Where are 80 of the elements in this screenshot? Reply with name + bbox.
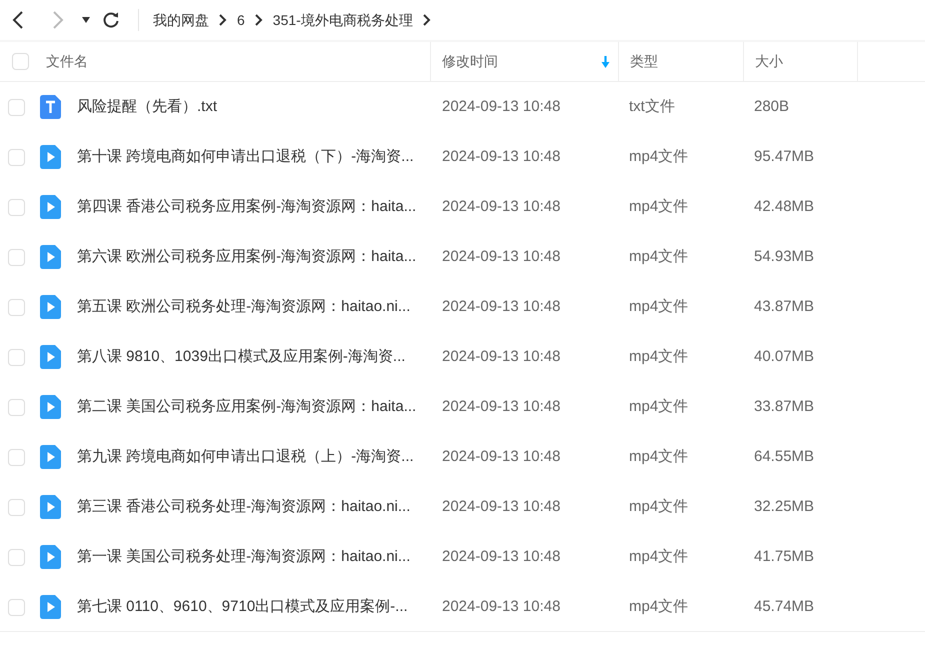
file-type: mp4文件 [629, 548, 688, 565]
chevron-icon [219, 14, 227, 26]
checkbox[interactable] [8, 548, 25, 566]
checkbox[interactable] [8, 448, 25, 466]
file-name[interactable]: 第八课 9810、1039出口模式及应用案例-海淘资... [77, 348, 406, 365]
column-header[interactable]: 大小 [755, 51, 783, 72]
checkbox[interactable] [12, 53, 29, 70]
file-type: mp4文件 [629, 598, 688, 615]
chevron-icon [254, 14, 263, 26]
file-type: mp4文件 [629, 448, 688, 465]
file-size: 95.47MB [754, 148, 814, 165]
file-type: mp4文件 [629, 398, 688, 415]
video-file-icon [40, 245, 61, 269]
modified-time: 2024-09-13 10:48 [442, 548, 560, 565]
checkbox[interactable] [8, 498, 25, 516]
file-size: 280B [754, 98, 790, 115]
file-size: 54.93MB [754, 248, 814, 265]
checkbox[interactable] [8, 148, 25, 166]
file-type: txt文件 [629, 98, 675, 115]
file-name[interactable]: 第一课 美国公司税务处理-海淘资源网：haitao.ni... [77, 548, 410, 565]
modified-time: 2024-09-13 10:48 [442, 148, 560, 165]
breadcrumb-link[interactable]: 6 [237, 10, 245, 30]
video-file-icon [40, 295, 61, 319]
checkbox[interactable] [8, 398, 25, 416]
modified-time: 2024-09-13 10:48 [442, 598, 560, 615]
checkbox[interactable] [8, 98, 25, 116]
checkbox[interactable] [8, 348, 25, 366]
video-file-icon [40, 495, 61, 519]
sort-arrow-icon[interactable] [601, 56, 610, 68]
file-name[interactable]: 第七课 0110、9610、9710出口模式及应用案例-... [77, 598, 408, 615]
video-file-icon [40, 445, 61, 469]
video-file-icon [40, 345, 61, 369]
file-name[interactable]: 第五课 欧洲公司税务处理-海淘资源网：haitao.ni... [77, 298, 410, 315]
refresh-icon[interactable] [102, 11, 120, 29]
column-header[interactable]: 文件名 [46, 51, 88, 72]
file-size: 40.07MB [754, 348, 814, 365]
file-name[interactable]: 第十课 跨境电商如何申请出口退税（下）-海淘资... [77, 148, 414, 165]
file-size: 45.74MB [754, 598, 814, 615]
modified-time: 2024-09-13 10:48 [442, 298, 560, 315]
checkbox[interactable] [8, 298, 25, 316]
file-size: 64.55MB [754, 448, 814, 465]
file-size: 41.75MB [754, 548, 814, 565]
modified-time: 2024-09-13 10:48 [442, 498, 560, 515]
file-name[interactable]: 风险提醒（先看）.txt [77, 98, 218, 115]
video-file-icon [40, 595, 61, 619]
breadcrumb-link[interactable]: 351-境外电商税务处理 [272, 10, 413, 30]
file-size: 32.25MB [754, 498, 814, 515]
video-file-icon [40, 145, 61, 169]
file-size: 43.87MB [754, 298, 814, 315]
file-type: mp4文件 [629, 148, 688, 165]
file-type: mp4文件 [629, 248, 688, 265]
checkbox[interactable] [8, 598, 25, 616]
file-size: 42.48MB [754, 198, 814, 215]
dropdown-icon[interactable] [82, 17, 90, 23]
file-type: mp4文件 [629, 298, 688, 315]
file-type: mp4文件 [629, 348, 688, 365]
breadcrumb-link[interactable]: 我的网盘 [153, 10, 209, 30]
modified-time: 2024-09-13 10:48 [442, 348, 560, 365]
column-header[interactable]: 类型 [630, 51, 658, 72]
video-file-icon [40, 545, 61, 569]
modified-time: 2024-09-13 10:48 [442, 98, 560, 115]
column-header[interactable]: 修改时间 [442, 51, 498, 72]
file-name[interactable]: 第六课 欧洲公司税务应用案例-海淘资源网：haita... [77, 248, 416, 265]
checkbox[interactable] [8, 248, 25, 266]
file-name[interactable]: 第二课 美国公司税务应用案例-海淘资源网：haita... [77, 398, 416, 415]
file-size: 33.87MB [754, 398, 814, 415]
file-name[interactable]: 第四课 香港公司税务应用案例-海淘资源网：haita... [77, 198, 416, 215]
text-file-icon [40, 95, 61, 119]
chevron-icon [422, 14, 431, 26]
file-type: mp4文件 [629, 498, 688, 515]
modified-time: 2024-09-13 10:48 [442, 198, 560, 215]
modified-time: 2024-09-13 10:48 [442, 448, 560, 465]
checkbox[interactable] [8, 198, 25, 216]
modified-time: 2024-09-13 10:48 [442, 248, 560, 265]
file-name[interactable]: 第九课 跨境电商如何申请出口退税（上）-海淘资... [77, 448, 414, 465]
video-file-icon [40, 195, 61, 219]
video-file-icon [40, 395, 61, 419]
modified-time: 2024-09-13 10:48 [442, 398, 560, 415]
file-name[interactable]: 第三课 香港公司税务处理-海淘资源网：haitao.ni... [77, 498, 410, 515]
file-type: mp4文件 [629, 198, 688, 215]
